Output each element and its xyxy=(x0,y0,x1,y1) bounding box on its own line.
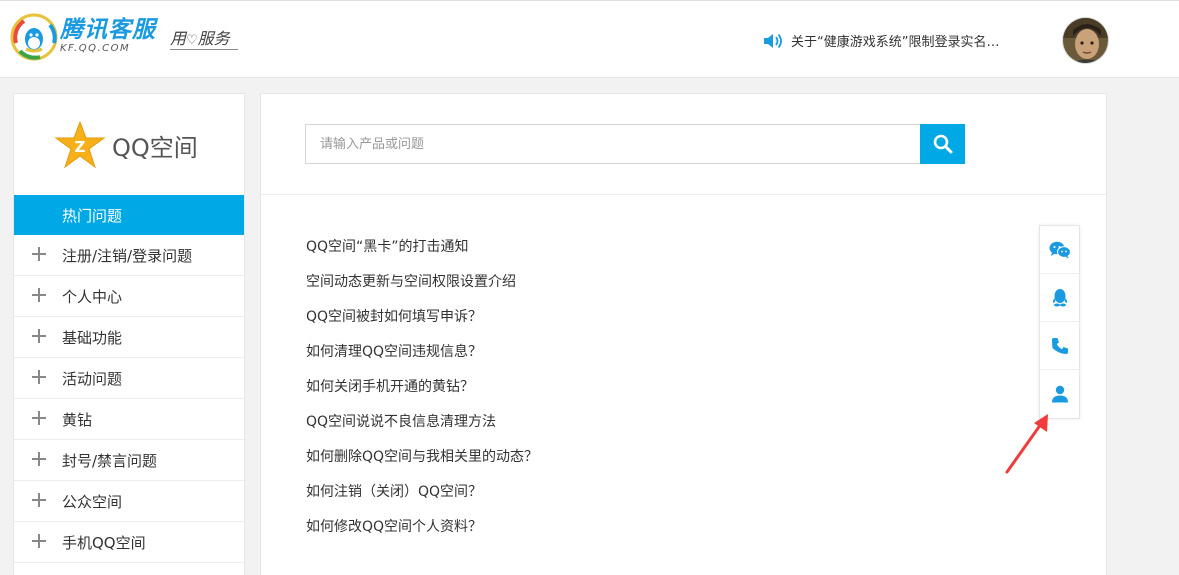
faq-item[interactable]: QQ空间被封如何填写申诉？ xyxy=(306,306,538,341)
search-button[interactable] xyxy=(920,124,965,164)
plus-icon xyxy=(32,493,46,507)
faq-item[interactable]: 如何清理QQ空间违规信息？ xyxy=(306,341,538,376)
qq-icon xyxy=(1052,289,1067,307)
sidebar-item-register-login[interactable]: 注册/注销/登录问题 xyxy=(14,235,244,276)
sidebar-item-activities[interactable]: 活动问题 xyxy=(14,358,244,399)
sidebar-item-yellow-diamond[interactable]: 黄钻 xyxy=(14,399,244,440)
wechat-button[interactable] xyxy=(1040,226,1079,274)
slogan: 用♡服务 xyxy=(170,29,230,51)
sidebar-item-label: 黄钻 xyxy=(62,410,93,429)
faq-item[interactable]: 如何删除QQ空间与我相关里的动态？ xyxy=(306,446,538,481)
phone-icon xyxy=(1051,337,1068,354)
brand[interactable]: 腾讯客服 KF.QQ.COM xyxy=(60,17,156,55)
plus-icon xyxy=(32,329,46,343)
brand-domain: KF.QQ.COM xyxy=(60,43,131,54)
qq-button[interactable] xyxy=(1040,274,1079,322)
sidebar-item-personal-center[interactable]: 个人中心 xyxy=(14,276,244,317)
search-box xyxy=(305,124,921,164)
faq-list: QQ空间“黑卡”的打击通知 空间动态更新与空间权限设置介绍 QQ空间被封如何填写… xyxy=(306,236,538,551)
sidebar-item-mobile-qzone[interactable]: 手机QQ空间 xyxy=(14,522,244,563)
plus-icon xyxy=(32,370,46,384)
main-panel: QQ空间“黑卡”的打击通知 空间动态更新与空间权限设置介绍 QQ空间被封如何填写… xyxy=(260,93,1107,575)
faq-item[interactable]: 如何关闭手机开通的黄钻？ xyxy=(306,376,538,411)
faq-item[interactable]: 如何注销（关闭）QQ空间？ xyxy=(306,481,538,516)
divider xyxy=(261,194,1106,195)
sidebar-item-label: 封号/禁言问题 xyxy=(62,451,158,470)
notice-text[interactable]: 关于“健康游戏系统”限制登录实名… xyxy=(791,31,999,50)
search-input[interactable] xyxy=(306,125,921,163)
sidebar-menu: 热门问题 注册/注销/登录问题 个人中心 基础功能 活动问题 黄钻 封号/禁言问… xyxy=(14,195,244,563)
product-header: Z QQ空间 xyxy=(54,120,198,170)
search-icon xyxy=(933,134,952,154)
tencent-kf-logo-icon[interactable] xyxy=(10,13,58,61)
sidebar-item-label: 注册/注销/登录问题 xyxy=(62,246,193,265)
sidebar-item-label: 手机QQ空间 xyxy=(62,533,146,552)
faq-item[interactable]: QQ空间说说不良信息清理方法 xyxy=(306,411,538,446)
sidebar-item-hot-questions[interactable]: 热门问题 xyxy=(14,195,244,235)
user-button[interactable] xyxy=(1040,370,1079,418)
plus-icon xyxy=(32,534,46,548)
user-icon xyxy=(1051,385,1068,403)
notice[interactable]: 关于“健康游戏系统”限制登录实名… xyxy=(763,31,999,50)
faq-item[interactable]: 如何修改QQ空间个人资料？ xyxy=(306,516,538,551)
product-title: QQ空间 xyxy=(112,133,198,162)
plus-icon xyxy=(32,452,46,466)
user-avatar-icon xyxy=(1063,18,1108,63)
slogan-left: 用 xyxy=(170,29,187,48)
faq-item[interactable]: 空间动态更新与空间权限设置介绍 xyxy=(306,271,538,306)
phone-button[interactable] xyxy=(1040,322,1079,370)
avatar[interactable] xyxy=(1062,17,1109,64)
sidebar-item-label: 基础功能 xyxy=(62,328,123,347)
slogan-right: 服务 xyxy=(197,29,230,48)
sidebar-item-label: 热门问题 xyxy=(62,206,123,225)
contact-float-bar xyxy=(1039,225,1080,419)
wechat-icon xyxy=(1049,241,1071,258)
speaker-icon xyxy=(764,33,782,48)
plus-icon xyxy=(32,411,46,425)
svg-text:Z: Z xyxy=(75,138,86,156)
plus-icon xyxy=(32,247,46,261)
header: 腾讯客服 KF.QQ.COM 用♡服务 关于“健康游戏系统”限制登录实名… xyxy=(0,0,1179,78)
qzone-star-icon: Z xyxy=(54,120,106,169)
sidebar-item-label: 公众空间 xyxy=(62,492,123,511)
heart-icon: ♡ xyxy=(186,33,198,48)
brand-name: 腾讯客服 xyxy=(60,17,156,43)
sidebar-item-public-space[interactable]: 公众空间 xyxy=(14,481,244,522)
faq-item[interactable]: QQ空间“黑卡”的打击通知 xyxy=(306,236,538,271)
sidebar-item-ban-mute[interactable]: 封号/禁言问题 xyxy=(14,440,244,481)
sidebar-item-basic-features[interactable]: 基础功能 xyxy=(14,317,244,358)
sidebar: Z QQ空间 热门问题 注册/注销/登录问题 个人中心 基础功能 活动问题 黄钻 xyxy=(13,93,245,575)
plus-icon xyxy=(32,288,46,302)
sidebar-item-label: 个人中心 xyxy=(62,287,123,306)
sidebar-item-label: 活动问题 xyxy=(62,369,123,388)
slogan-underline xyxy=(170,49,238,50)
